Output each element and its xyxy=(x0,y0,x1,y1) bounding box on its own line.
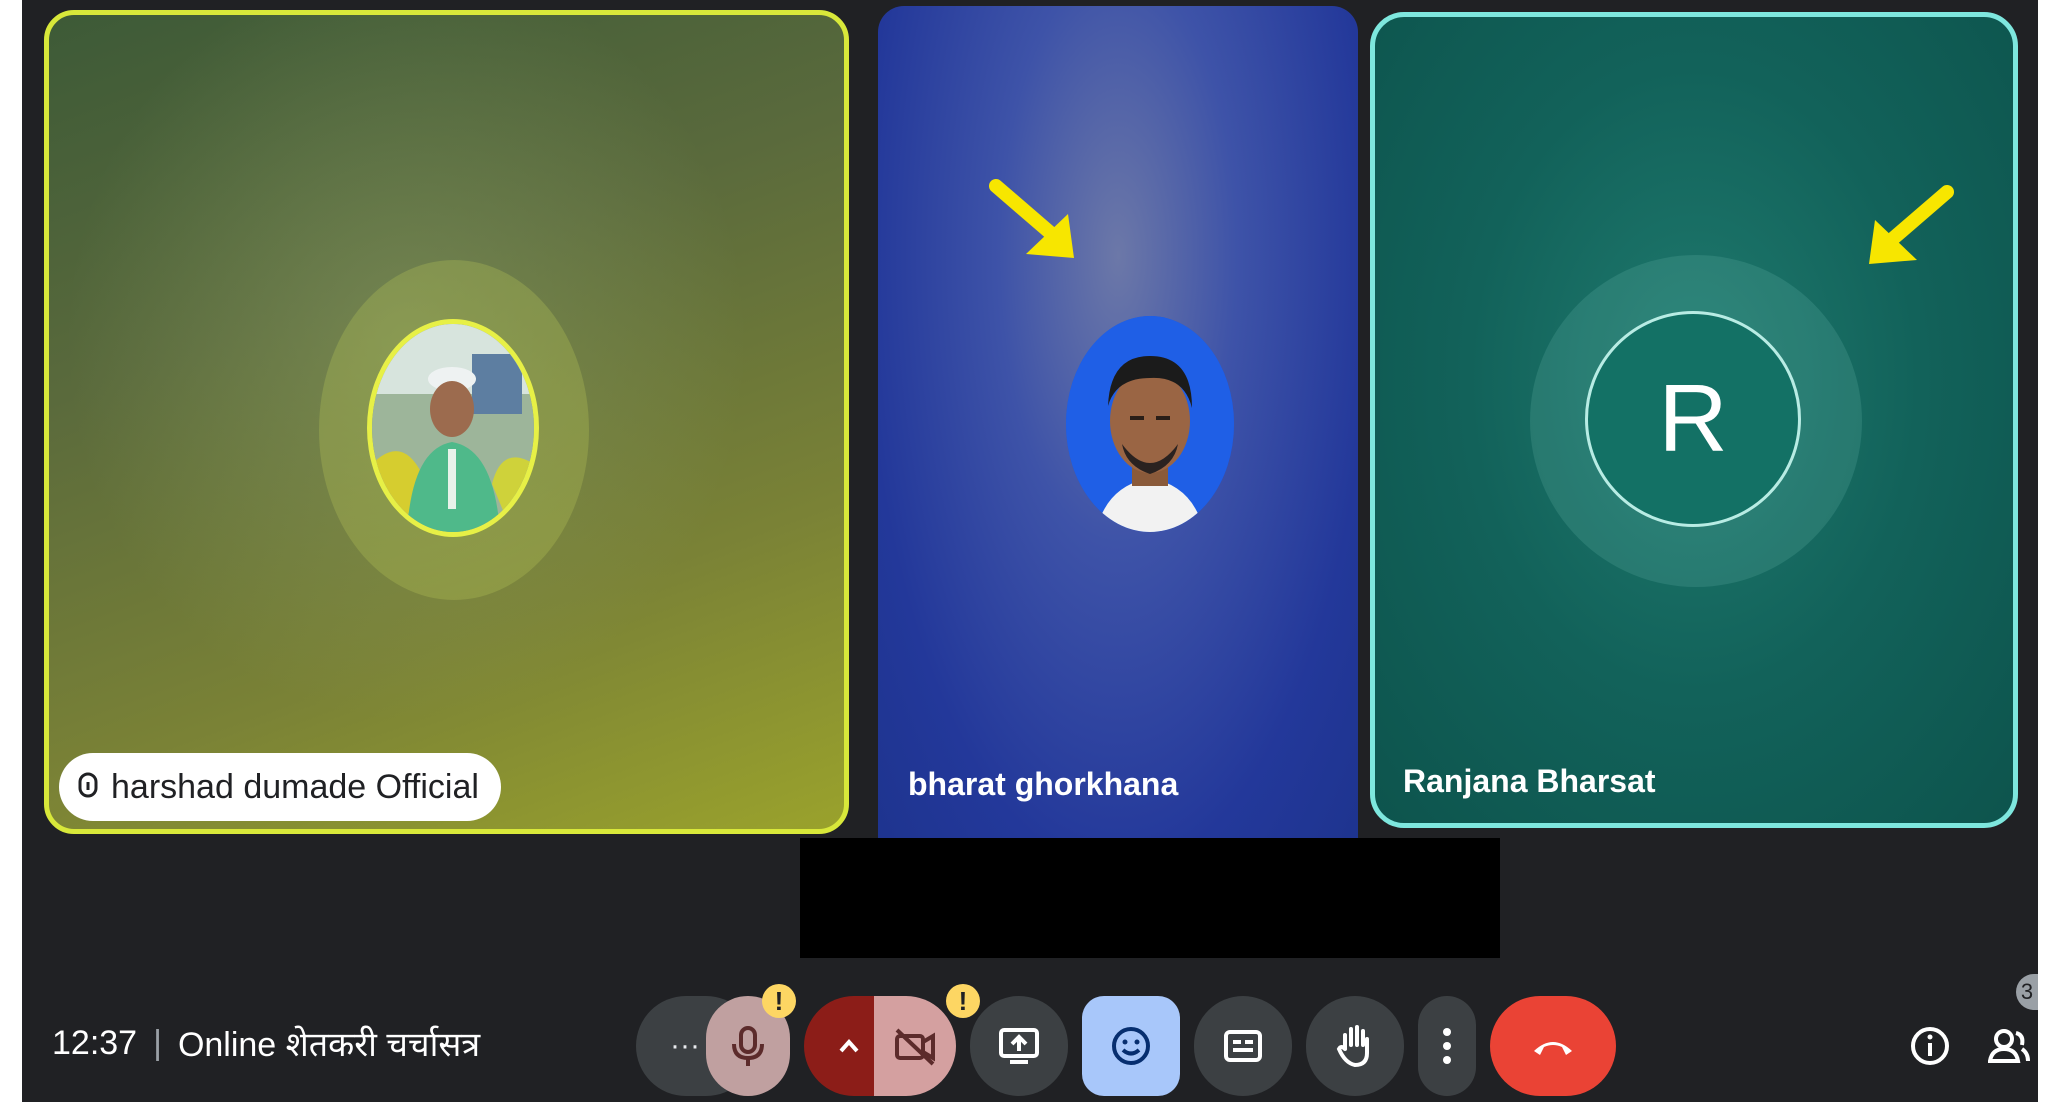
present-button[interactable] xyxy=(970,996,1068,1096)
raise-hand-button[interactable] xyxy=(1306,996,1404,1096)
participant-tile-bharat[interactable]: bharat ghorkhana xyxy=(878,6,1358,838)
avatar xyxy=(1066,316,1234,532)
mic-warning-badge: ! xyxy=(762,984,796,1018)
participant-name: harshad dumade Official xyxy=(111,767,479,806)
participant-name: bharat ghorkhana xyxy=(908,766,1179,802)
info-icon xyxy=(1911,1027,1949,1065)
more-dots: ··· xyxy=(670,1029,700,1062)
chevron-up-icon xyxy=(839,1038,859,1053)
meeting-details-button[interactable] xyxy=(1902,996,1958,1096)
microphone-muted-icon xyxy=(732,1026,764,1066)
captions-icon xyxy=(1224,1030,1262,1062)
people-icon xyxy=(1988,1029,2030,1063)
end-call-button[interactable] xyxy=(1490,996,1616,1096)
more-vert-icon xyxy=(1443,1028,1451,1064)
redaction-box xyxy=(800,838,1500,958)
emoji-icon xyxy=(1112,1027,1150,1065)
participant-tile-ranjana[interactable]: R Ranjana Bharsat xyxy=(1370,12,2018,828)
avatar xyxy=(367,319,539,537)
pin-icon xyxy=(78,772,98,798)
raise-hand-icon xyxy=(1336,1025,1369,1068)
meeting-title: Online शेतकरी चर्चासत्र xyxy=(177,1026,481,1064)
avatar-initial: R xyxy=(1658,365,1728,472)
clock: 12:37 xyxy=(52,1023,138,1062)
separator: | xyxy=(153,1023,162,1062)
people-button[interactable] xyxy=(1984,996,2034,1096)
camera-off-icon xyxy=(895,1028,935,1066)
present-icon xyxy=(999,1028,1039,1064)
meeting-info: 12:37 | Online शेतकरी चर्चासत्र xyxy=(52,1020,480,1066)
emoji-button[interactable] xyxy=(1082,996,1180,1096)
avatar: R xyxy=(1585,311,1801,527)
captions-button[interactable] xyxy=(1194,996,1292,1096)
arrow-annotation xyxy=(1869,185,1954,264)
arrow-annotation xyxy=(989,179,1074,258)
meet-window: harshad dumade Official bharat ghorkhana xyxy=(22,0,2038,1102)
more-options-vertical-button[interactable] xyxy=(1418,996,1476,1096)
camera-warning-badge: ! xyxy=(946,984,980,1018)
end-call-icon xyxy=(1534,1042,1572,1055)
participant-name-pill: harshad dumade Official xyxy=(59,753,501,821)
participant-tile-harshad[interactable]: harshad dumade Official xyxy=(44,10,849,834)
participant-name: Ranjana Bharsat xyxy=(1403,763,1656,799)
